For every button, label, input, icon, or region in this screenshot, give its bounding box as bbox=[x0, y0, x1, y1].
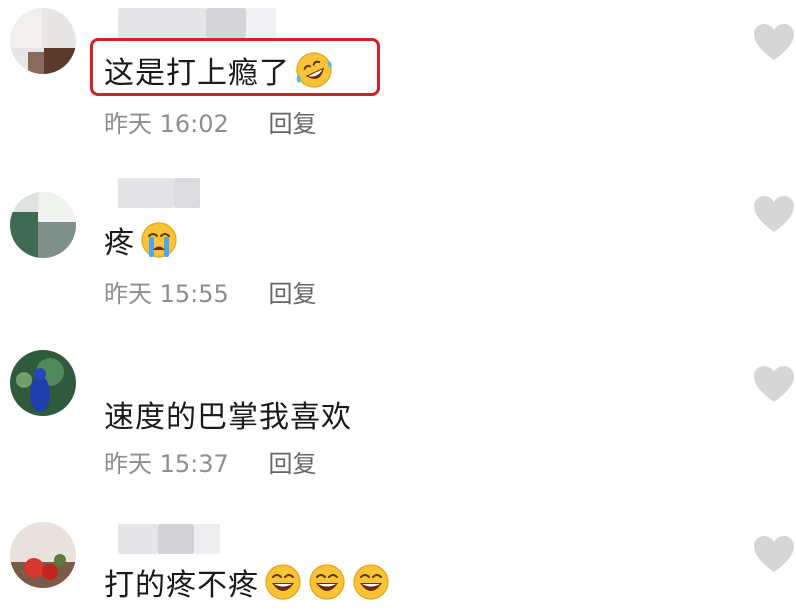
reply-button[interactable]: 回复 bbox=[268, 450, 316, 478]
comment-meta: 昨天 16:02 回复 bbox=[104, 104, 316, 139]
comment-time: 15:55 bbox=[159, 280, 229, 308]
comment-text-content: 打的疼不疼 bbox=[104, 568, 259, 603]
comment-date: 昨天 bbox=[104, 450, 152, 478]
comment-text-content: 这是打上瘾了 bbox=[104, 56, 290, 91]
avatar[interactable] bbox=[10, 350, 76, 416]
comment-date: 昨天 bbox=[104, 110, 152, 138]
avatar[interactable] bbox=[10, 522, 76, 588]
comment-text: 速度的巴掌我喜欢 bbox=[104, 392, 352, 436]
reply-button[interactable]: 回复 bbox=[268, 110, 316, 138]
avatar[interactable] bbox=[10, 8, 76, 74]
like-heart-icon[interactable] bbox=[752, 22, 796, 62]
like-heart-icon[interactable] bbox=[752, 194, 796, 234]
avatar-image bbox=[10, 522, 76, 588]
comment-item: 这是打上瘾了 昨天 16:02 回复 bbox=[0, 0, 796, 160]
comment-time: 16:02 bbox=[159, 110, 229, 138]
comment-text: 疼 bbox=[104, 218, 179, 262]
comment-text-content: 速度的巴掌我喜欢 bbox=[104, 400, 352, 435]
rofl-emoji-icon bbox=[296, 52, 332, 88]
avatar-image bbox=[10, 8, 76, 74]
reply-button[interactable]: 回复 bbox=[268, 280, 316, 308]
avatar[interactable] bbox=[10, 192, 76, 258]
crying-emoji-icon bbox=[141, 222, 177, 258]
grinning-emoji-icon bbox=[265, 564, 301, 600]
comment-text: 这是打上瘾了 bbox=[104, 48, 334, 92]
avatar-image bbox=[10, 192, 76, 258]
grinning-emoji-icon bbox=[353, 564, 389, 600]
comment-item: 速度的巴掌我喜欢 昨天 15:37 回复 bbox=[0, 330, 796, 500]
grinning-emoji-icon bbox=[309, 564, 345, 600]
comment-item: 疼 昨天 15:55 回复 bbox=[0, 160, 796, 330]
comment-date: 昨天 bbox=[104, 280, 152, 308]
comment-meta: 昨天 15:55 回复 bbox=[104, 274, 316, 309]
comment-time: 15:37 bbox=[159, 450, 229, 478]
comment-text-content: 疼 bbox=[104, 226, 135, 261]
comment-text: 打的疼不疼 bbox=[104, 560, 391, 604]
avatar-image bbox=[10, 350, 76, 416]
comment-item: 打的疼不疼 bbox=[0, 500, 796, 612]
comment-meta: 昨天 15:37 回复 bbox=[104, 444, 316, 479]
like-heart-icon[interactable] bbox=[752, 364, 796, 404]
like-heart-icon[interactable] bbox=[752, 534, 796, 574]
